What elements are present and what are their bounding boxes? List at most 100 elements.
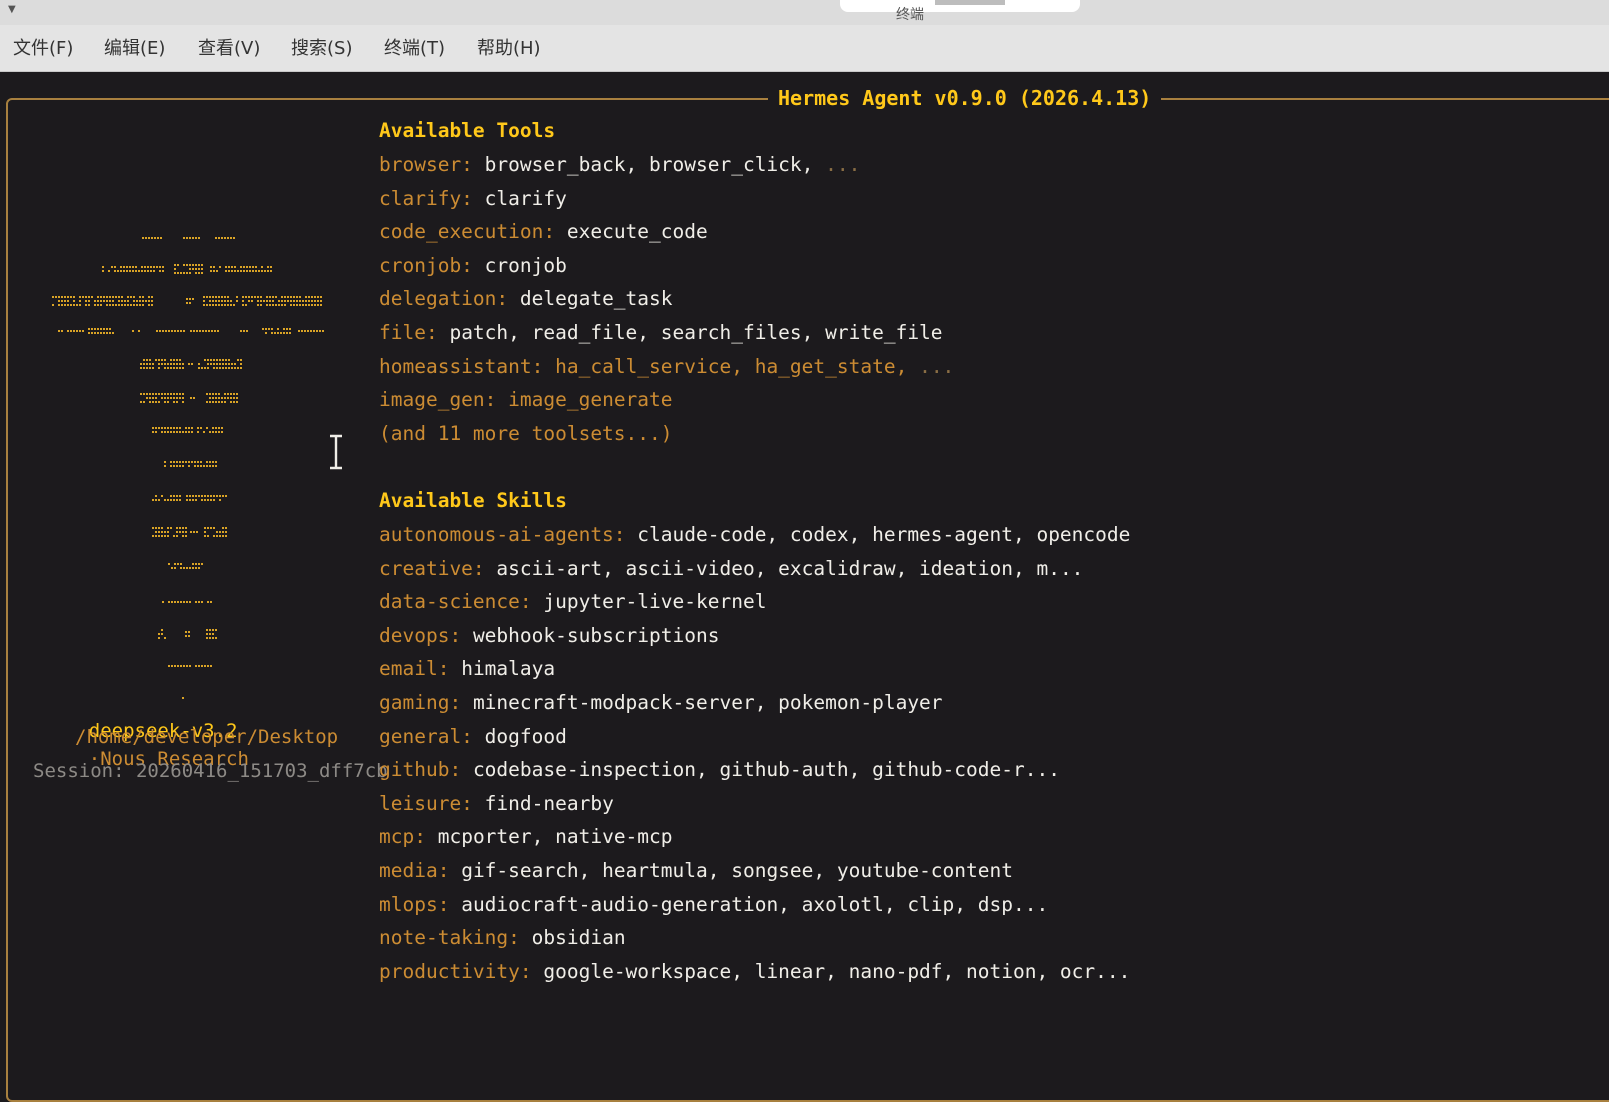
logo-dot — [142, 237, 144, 239]
logo-dot — [174, 330, 176, 332]
menu-view[interactable]: 查看(V) — [198, 38, 260, 60]
logo-dot — [228, 367, 230, 369]
logo-dot — [103, 296, 105, 298]
logo-dot — [127, 304, 129, 306]
logo-dot — [302, 304, 304, 306]
row-value: dogfood — [484, 724, 567, 748]
logo-dot — [186, 237, 188, 239]
logo-dot — [212, 427, 214, 429]
logo-dot — [206, 296, 208, 298]
logo-dot — [109, 332, 111, 334]
logo-dot — [70, 296, 72, 298]
menu-search[interactable]: 搜索(S) — [291, 38, 352, 60]
skill-row: autonomous-ai-agents: claude-code, codex… — [379, 521, 1130, 549]
logo-dot — [224, 237, 226, 239]
logo-dot — [224, 397, 226, 399]
logo-dot — [197, 465, 199, 467]
logo-dot — [218, 304, 220, 306]
logo-dot — [227, 237, 229, 239]
logo-dot — [182, 363, 184, 365]
logo-dot — [186, 499, 188, 501]
logo-dot — [204, 665, 206, 667]
logo-dot — [155, 397, 157, 399]
logo-dot — [121, 296, 123, 298]
logo-dot — [202, 330, 204, 332]
logo-dot — [106, 300, 108, 302]
logo-dot — [176, 367, 178, 369]
logo-dot — [177, 264, 179, 266]
logo-dot — [195, 264, 197, 266]
logo-dot — [194, 461, 196, 463]
logo-dot — [206, 304, 208, 306]
logo-dot — [142, 296, 144, 298]
logo-dot — [183, 330, 185, 332]
menu-file[interactable]: 文件(F) — [13, 38, 73, 60]
logo-dot — [281, 300, 283, 302]
menu-edit[interactable]: 编辑(E) — [104, 38, 165, 60]
logo-dot — [213, 367, 215, 369]
logo-dot — [221, 296, 223, 298]
row-value: find-nearby — [484, 791, 614, 815]
logo-dot — [299, 300, 301, 302]
logo-dot — [225, 266, 227, 268]
logo-dot — [118, 304, 120, 306]
logo-dot — [198, 567, 200, 569]
logo-dot — [242, 304, 244, 306]
logo-dot — [158, 527, 160, 529]
logo-dot — [216, 363, 218, 365]
logo-dot — [188, 465, 190, 467]
logo-dot — [283, 332, 285, 334]
logo-dot — [221, 401, 223, 403]
toolset-row: browser: browser_back, browser_click, ..… — [379, 151, 860, 179]
logo-dot — [170, 359, 172, 361]
logo-dot — [215, 637, 217, 639]
logo-dot — [180, 330, 182, 332]
toolset-row: image_gen: image_generate — [379, 386, 673, 414]
logo-dot — [257, 304, 259, 306]
logo-dot — [200, 427, 202, 429]
logo-dot — [182, 465, 184, 467]
logo-dot — [218, 300, 220, 302]
logo-dot — [255, 270, 257, 272]
logo-dot — [320, 296, 322, 298]
logo-dot — [225, 359, 227, 361]
logo-dot — [186, 302, 188, 304]
logo-dot — [236, 300, 238, 302]
logo-dot — [210, 266, 212, 268]
logo-dot — [191, 431, 193, 433]
window-menu-arrow-icon[interactable]: ▼ — [8, 4, 16, 15]
logo-dot — [179, 367, 181, 369]
logo-dot — [193, 330, 195, 332]
menu-help[interactable]: 帮助(H) — [477, 38, 541, 60]
logo-dot — [272, 300, 274, 302]
logo-dot — [168, 601, 170, 603]
logo-dot — [219, 495, 221, 497]
logo-dot — [195, 272, 197, 274]
logo-dot — [141, 270, 143, 272]
logo-dot — [174, 264, 176, 266]
logo-dot — [270, 270, 272, 272]
logo-dot — [317, 296, 319, 298]
logo-dot — [158, 531, 160, 533]
logo-dot — [218, 401, 220, 403]
logo-dot — [234, 363, 236, 365]
logo-dot — [176, 535, 178, 537]
logo-dot — [189, 298, 191, 300]
logo-dot — [213, 535, 215, 537]
logo-dot — [146, 363, 148, 365]
skills-heading: Available Skills — [379, 489, 567, 512]
logo-dot — [242, 296, 244, 298]
terminal-output[interactable]: Hermes Agent v0.9.0 (2026.4.13) deepseek… — [0, 72, 1609, 1102]
logo-dot — [219, 535, 221, 537]
logo-dot — [161, 393, 163, 395]
row-value-dim: image_generate — [508, 388, 673, 412]
row-key: autonomous-ai-agents: — [379, 523, 626, 546]
logo-dot — [136, 304, 138, 306]
logo-dot — [198, 563, 200, 565]
logo-dot — [106, 332, 108, 334]
logo-dot — [240, 363, 242, 365]
logo-dot — [164, 397, 166, 399]
menu-terminal[interactable]: 终端(T) — [384, 38, 445, 60]
logo-dot — [120, 266, 122, 268]
logo-dot — [144, 270, 146, 272]
